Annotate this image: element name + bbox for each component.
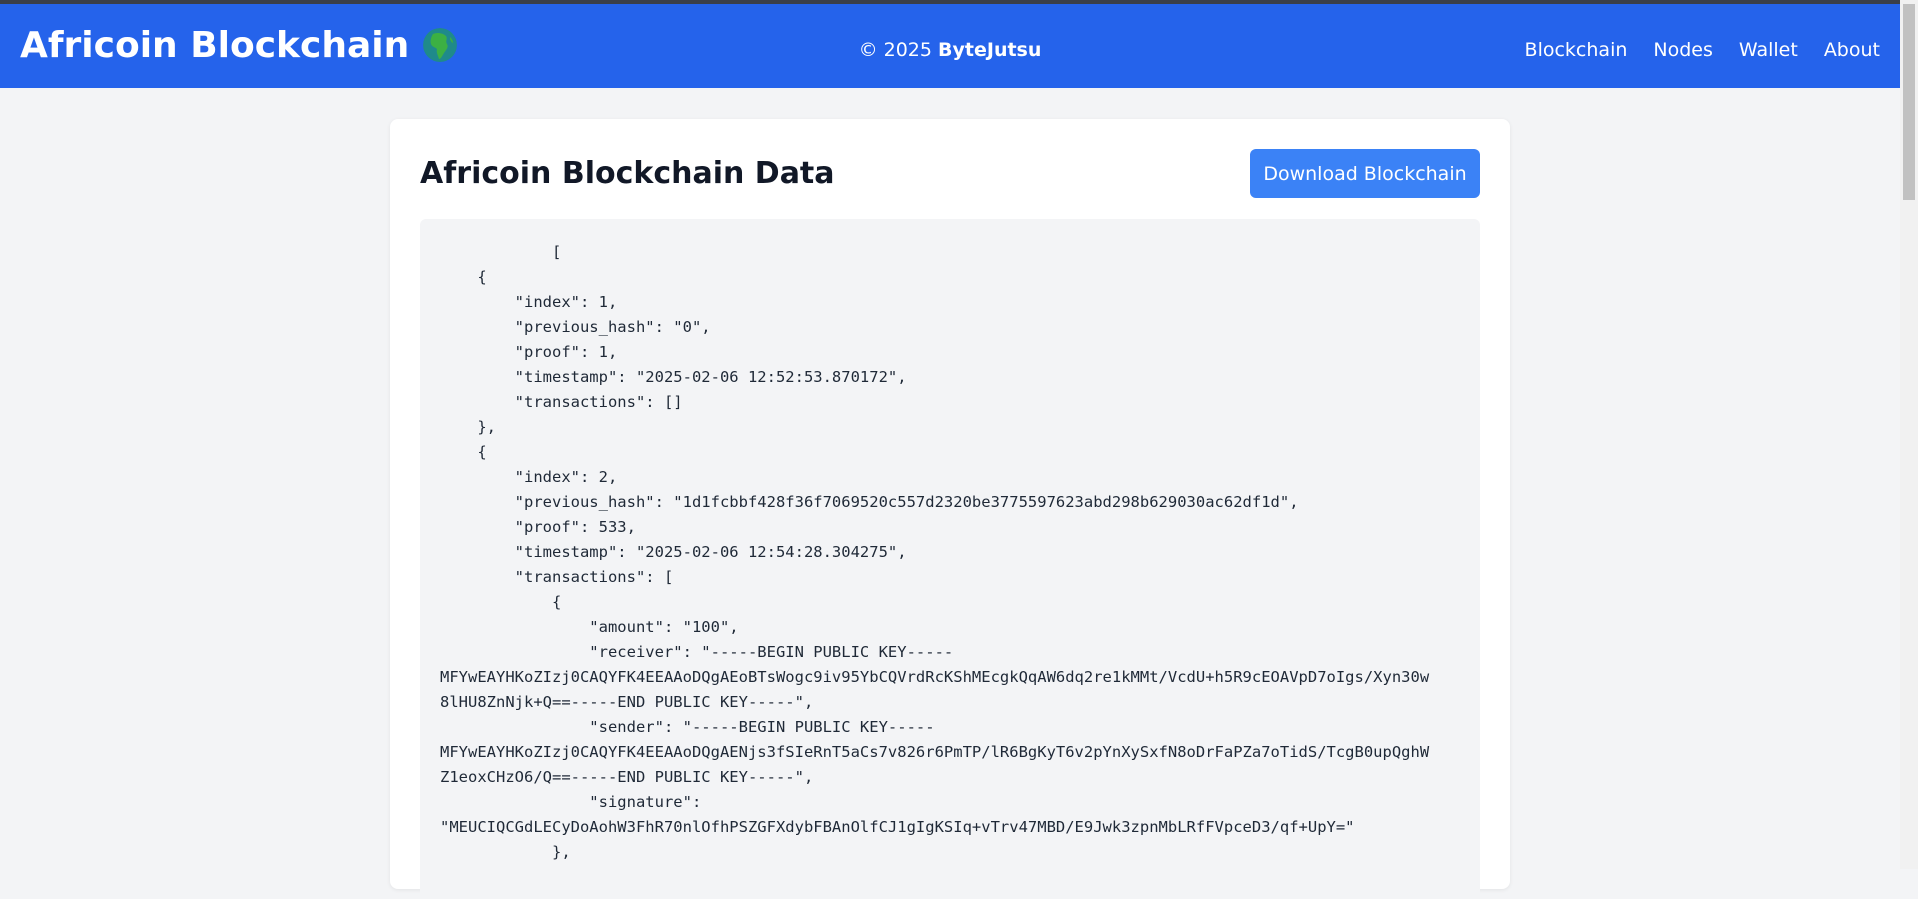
copyright-prefix: © 2025 [858,39,932,61]
main-nav: Blockchain Nodes Wallet About [1525,38,1880,62]
top-navbar: Africoin Blockchain © 2025 ByteJutsu Blo… [0,4,1900,88]
blockchain-json-text: [ { "index": 1, "previous_hash": "0", "p… [440,243,1430,861]
blockchain-data-card: Africoin Blockchain Data Download Blockc… [390,119,1510,899]
page-title: Africoin Blockchain Data [420,156,835,191]
nav-about[interactable]: About [1824,38,1880,62]
page-scrollbar[interactable] [1900,0,1918,869]
download-blockchain-button[interactable]: Download Blockchain [1250,149,1480,198]
copyright-owner: ByteJutsu [938,39,1042,61]
nav-blockchain[interactable]: Blockchain [1525,38,1628,62]
scrollbar-thumb[interactable] [1903,4,1915,200]
blockchain-json-viewer[interactable]: [ { "index": 1, "previous_hash": "0", "p… [420,219,1480,899]
nav-wallet[interactable]: Wallet [1739,38,1798,62]
nav-nodes[interactable]: Nodes [1653,38,1713,62]
